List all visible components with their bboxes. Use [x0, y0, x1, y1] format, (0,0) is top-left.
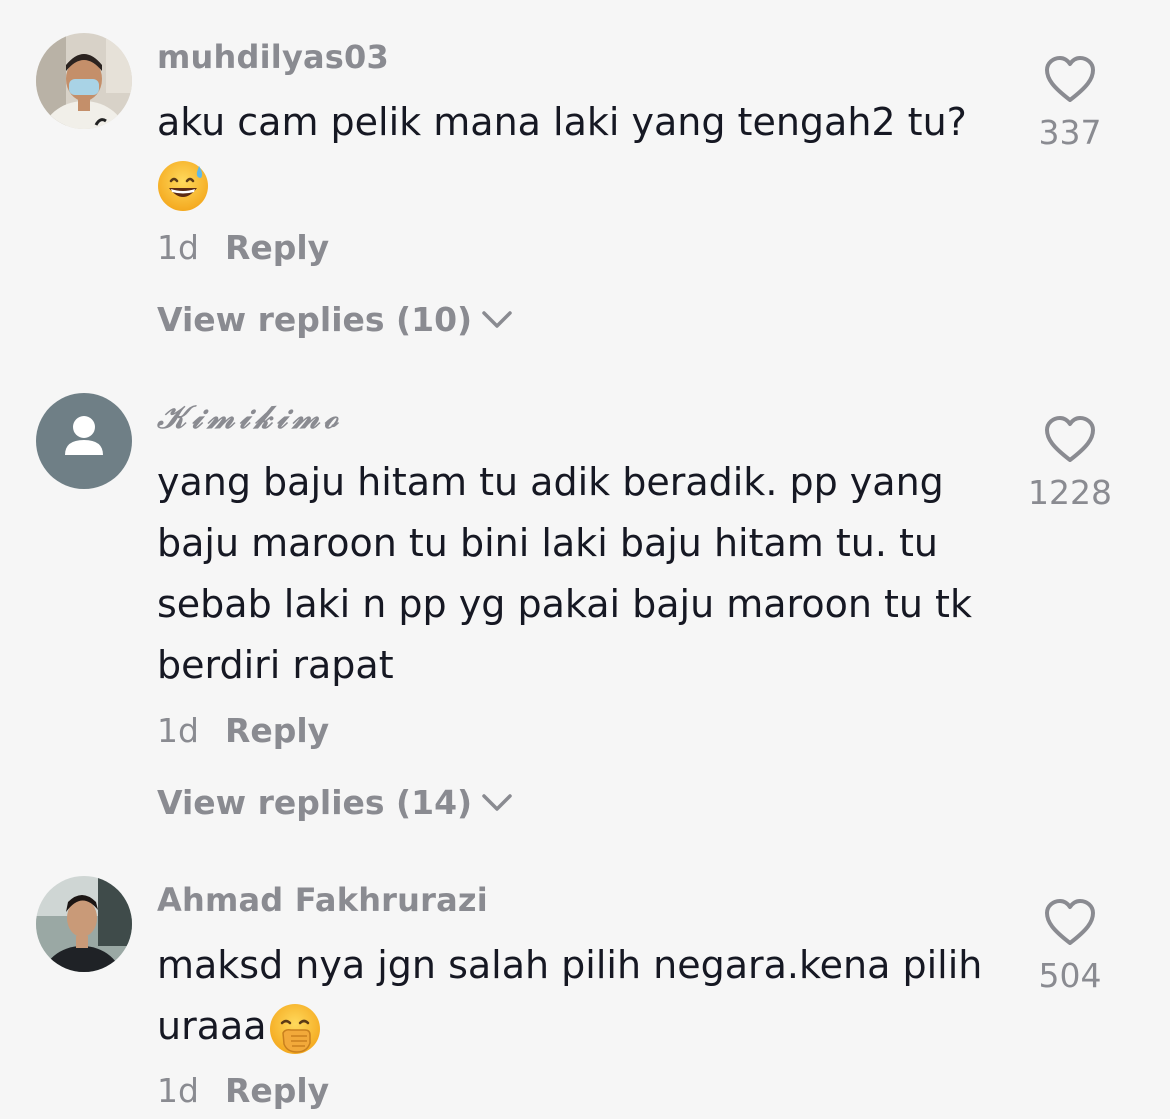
reply-button[interactable]: Reply	[225, 228, 329, 267]
like-button[interactable]: 337	[1000, 55, 1140, 152]
comment-meta: 1d Reply	[157, 1071, 329, 1110]
grinning-sweat-emoji	[157, 160, 209, 212]
heart-icon	[1045, 56, 1095, 102]
comment-text: aku cam pelik mana laki yang tengah2 tu?	[157, 92, 1017, 214]
username[interactable]: muhdilyas03	[157, 38, 389, 76]
avatar[interactable]	[36, 33, 132, 129]
comment-meta: 1d Reply	[157, 228, 329, 267]
timestamp: 1d	[157, 1071, 199, 1110]
heart-icon	[1045, 899, 1095, 945]
reply-button[interactable]: Reply	[225, 1071, 329, 1110]
username[interactable]: Ahmad Fakhrurazi	[157, 881, 488, 919]
comment-text: yang baju hitam tu adik beradik. pp yang…	[157, 460, 985, 687]
view-replies-label: View replies (10)	[157, 300, 473, 339]
timestamp: 1d	[157, 228, 199, 267]
chevron-down-icon	[482, 793, 512, 811]
heart-icon	[1045, 416, 1095, 462]
reply-button[interactable]: Reply	[225, 711, 329, 750]
view-replies-button[interactable]: View replies (14)	[157, 783, 514, 822]
avatar[interactable]	[36, 876, 132, 972]
like-button[interactable]: 504	[1000, 898, 1140, 995]
comment-text: maksd nya jgn salah pilih negara.kena pi…	[157, 935, 1007, 1057]
timestamp: 1d	[157, 711, 199, 750]
chevron-down-icon	[482, 310, 512, 328]
face-with-hand-over-mouth-emoji	[269, 1003, 321, 1055]
like-count: 1228	[1028, 473, 1112, 512]
like-button[interactable]: 1228	[1000, 415, 1140, 512]
view-replies-button[interactable]: View replies (10)	[157, 300, 514, 339]
like-count: 337	[1038, 113, 1102, 152]
like-count: 504	[1038, 956, 1102, 995]
view-replies-label: View replies (14)	[157, 783, 473, 822]
comment-meta: 1d Reply	[157, 711, 329, 750]
default-user-icon	[65, 416, 103, 455]
avatar[interactable]	[36, 393, 132, 489]
username[interactable]: 𝒦𝒾𝓂𝒾𝓀𝒾𝓂ℴ	[157, 398, 343, 437]
